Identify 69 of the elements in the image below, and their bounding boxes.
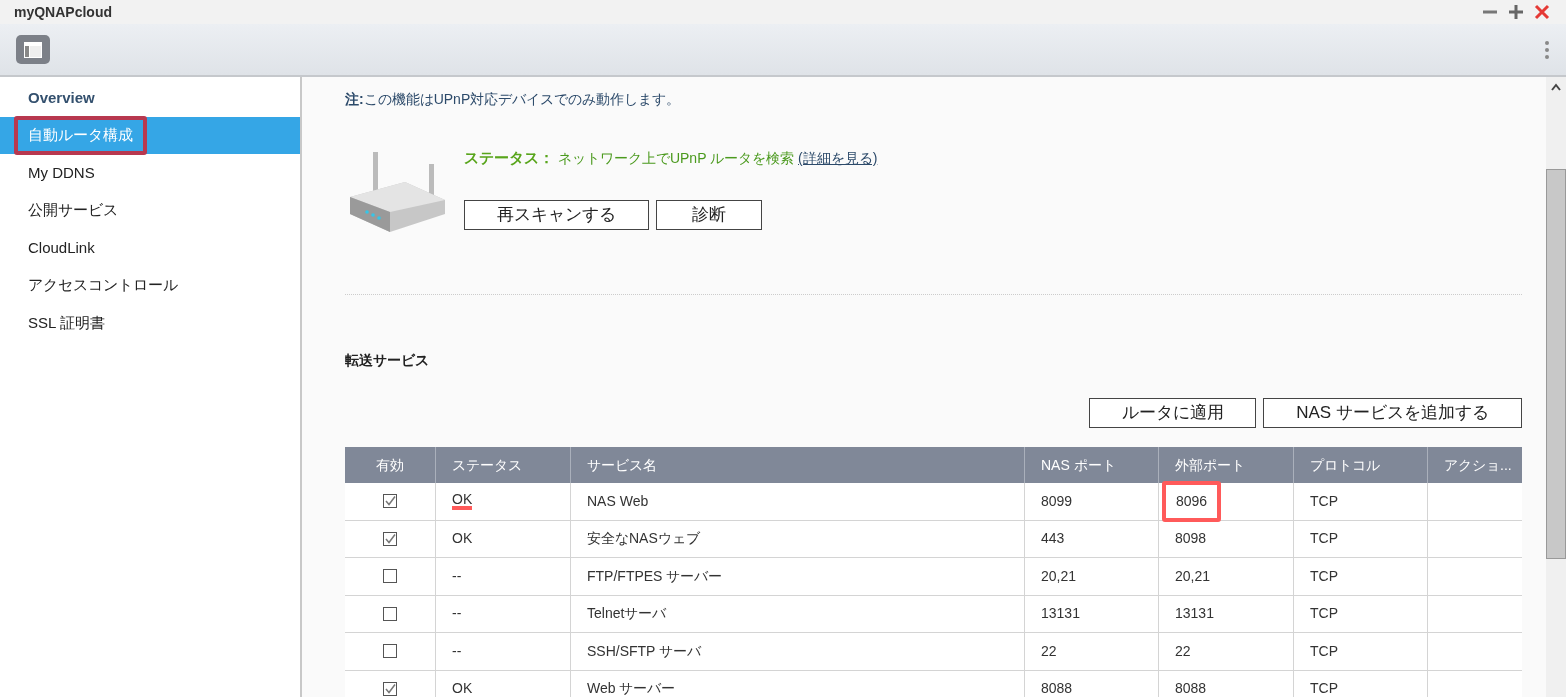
sidebar-item[interactable]: 公開サービス [0, 191, 300, 229]
table-cell-text: TCP [1310, 529, 1338, 549]
more-icon[interactable] [1544, 39, 1550, 60]
table-cell-text: OK [452, 679, 473, 697]
layout-toggle-button[interactable] [16, 35, 50, 64]
table-cell: OK [452, 492, 473, 511]
checkbox[interactable] [383, 681, 397, 696]
table-cell-text: TCP [1310, 679, 1338, 697]
sidebar-item[interactable]: Overview [0, 79, 300, 117]
checkmark-icon [384, 495, 396, 508]
table-cell-text: -- [452, 566, 462, 586]
table-cell-text: Telnetサーバ [587, 604, 667, 624]
checkmark-icon [384, 682, 396, 695]
table-cell-text: 20,21 [1041, 566, 1077, 586]
table-cell-text: NAS Web [587, 491, 649, 511]
section-title: 転送サービス [345, 351, 430, 370]
table-cell-text: 8088 [1041, 679, 1073, 697]
checkbox[interactable] [383, 644, 397, 659]
column-header[interactable]: アクショ... [1428, 447, 1522, 483]
sidebar-item[interactable]: CloudLink [0, 229, 300, 267]
table-cell-text: 8099 [1041, 491, 1073, 511]
add-service-button[interactable]: NAS サービスを追加する [1263, 398, 1522, 428]
table-cell-text: 22 [1175, 641, 1191, 661]
sidebar-label: 公開サービス [28, 200, 118, 220]
sidebar-label: アクセスコントロール [28, 275, 178, 295]
checkbox[interactable] [383, 494, 397, 509]
close-icon[interactable] [1534, 4, 1550, 20]
sidebar-label: SSL 証明書 [28, 312, 105, 333]
sidebar-item[interactable]: My DDNS [0, 154, 300, 192]
table-cell-text: 20,21 [1175, 566, 1211, 586]
sidebar-label: Overview [28, 87, 95, 108]
scrollbar-thumb[interactable] [1546, 169, 1566, 559]
table-cell-text: OK [452, 529, 473, 549]
sidebar-item[interactable]: SSL 証明書 [0, 304, 300, 342]
diagnose-button[interactable]: 診断 [656, 199, 762, 230]
checkbox[interactable] [383, 569, 397, 584]
sidebar-item[interactable]: アクセスコントロール [0, 266, 300, 304]
apply-to-router-button[interactable]: ルータに適用 [1089, 398, 1256, 428]
sidebar-label: My DDNS [28, 162, 95, 183]
table-cell-text: 13131 [1041, 604, 1080, 624]
note-text: 注:この機能はUPnP対応デバイスでのみ動作します。 [345, 90, 682, 109]
checkbox[interactable] [383, 531, 397, 546]
table-cell-text: SSH/SFTP サーバ [587, 641, 702, 661]
table-cell-text: TCP [1310, 566, 1338, 586]
scroll-up-icon[interactable] [1551, 83, 1561, 91]
window-title: myQNAPcloud [14, 2, 112, 22]
table-cell-text: -- [452, 641, 462, 661]
table-cell-text: TCP [1310, 604, 1338, 624]
checkbox[interactable] [383, 606, 397, 621]
table-cell-text: FTP/FTPES サーバー [587, 566, 723, 586]
table-cell-text: 13131 [1175, 604, 1214, 624]
table-cell-text: 22 [1041, 641, 1057, 661]
table-cell-text: 安全なNASウェブ [587, 529, 700, 549]
table-cell-text: -- [452, 604, 462, 624]
table-cell-text: 8098 [1175, 529, 1207, 549]
table-cell-text: 443 [1041, 529, 1065, 549]
sidebar-label: CloudLink [28, 237, 95, 258]
highlight-annotation: 自動ルータ構成 [14, 116, 147, 155]
table-cell-text: Web サーバー [587, 679, 676, 697]
details-link[interactable]: (詳細を見る) [798, 150, 878, 166]
table-cell-text: 8088 [1175, 679, 1207, 697]
checkmark-icon [384, 532, 396, 545]
panel-icon [23, 40, 43, 59]
maximize-icon[interactable] [1508, 4, 1524, 20]
table-cell-text: TCP [1310, 491, 1338, 511]
table-cell-text: TCP [1310, 641, 1338, 661]
rescan-button[interactable]: 再スキャンする [464, 199, 649, 230]
status-text: ステータス： ネットワーク上でUPnP ルータを検索 (詳細を見る) [464, 148, 878, 168]
table-cell: 8096 [1162, 480, 1222, 522]
